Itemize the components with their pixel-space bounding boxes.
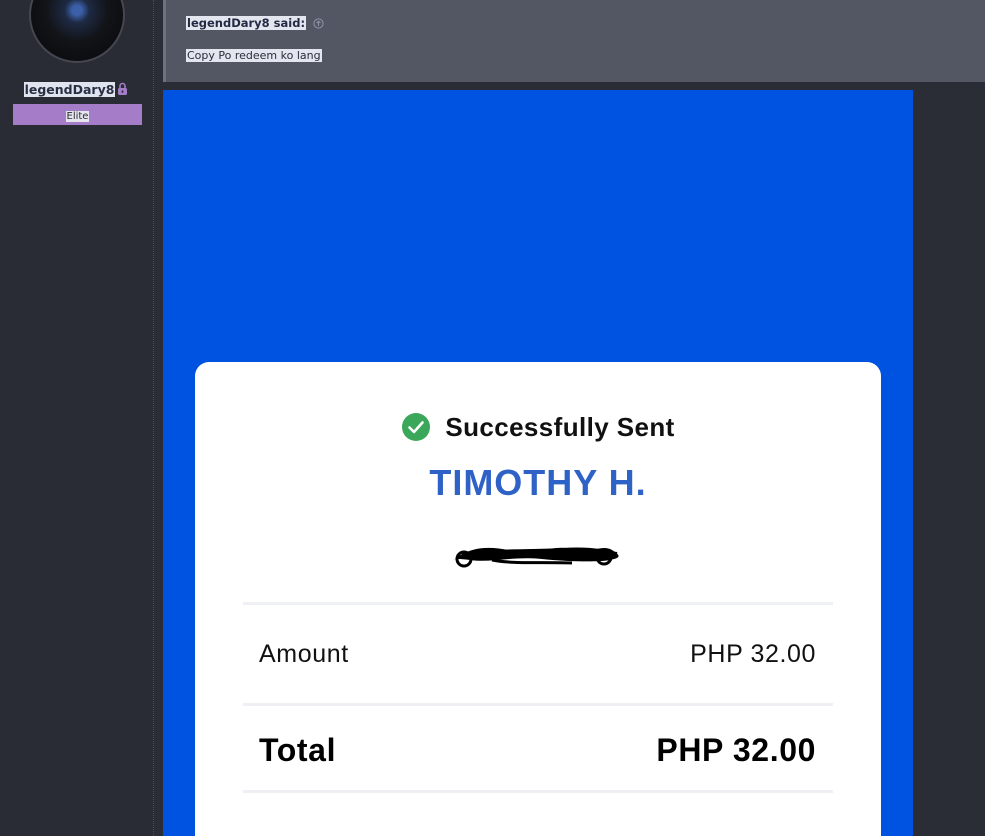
lock-icon [116,82,129,101]
quote-author-row: legendDary8 said: [186,15,324,33]
username-link[interactable]: legendDary8 [23,82,116,97]
total-label: Total [259,732,337,768]
recipient-name: TIMOTHY H. [429,462,647,503]
status-row: Successfully Sent [195,412,881,446]
check-circle-icon [401,412,431,446]
user-sidebar: legendDary8 Elite [0,0,154,836]
username-row: legendDary8 [0,81,153,101]
divider [243,703,833,706]
quote-text-content: Copy Po redeem ko lang [186,49,322,62]
user-rank-label: Elite [65,111,90,122]
user-avatar[interactable] [29,0,125,63]
arrow-up-circle-icon[interactable] [313,17,324,33]
status-text: Successfully Sent [445,412,675,442]
quote-author-link[interactable]: legendDary8 said: [186,16,307,30]
attached-screenshot[interactable]: Successfully Sent TIMOTHY H. Amount PHP … [163,90,913,836]
divider [243,602,833,605]
total-value: PHP 32.00 [656,732,816,768]
divider [243,790,833,793]
amount-label: Amount [259,640,349,668]
quote-text: Copy Po redeem ko lang [186,48,322,64]
redacted-number-scribble [452,538,622,572]
amount-value: PHP 32.00 [690,640,816,668]
receipt-card: Successfully Sent TIMOTHY H. Amount PHP … [195,362,881,836]
user-rank-badge: Elite [13,104,142,125]
quote-block: legendDary8 said: Copy Po redeem ko lang [163,0,985,82]
